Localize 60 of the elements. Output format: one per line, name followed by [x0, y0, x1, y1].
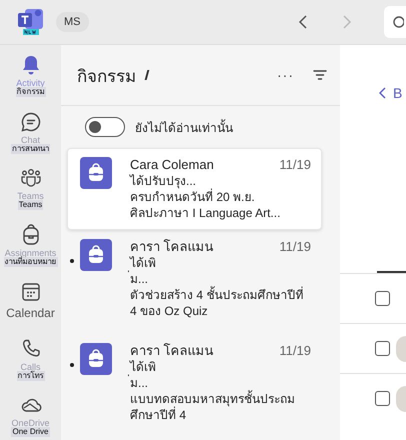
app-bar-item[interactable]: Teams Teams	[0, 166, 60, 214]
activity-text: ได้ปรับปรุง...	[130, 173, 198, 188]
app-bar-label: การสนทนา	[11, 144, 50, 154]
app-bar-item[interactable]: Assignments งานที่มอบหมาย	[0, 223, 60, 270]
unread-dot	[70, 259, 74, 263]
sender-name: คารา โคลแมน	[130, 343, 214, 359]
app-bar-item[interactable]: Calls การโทร	[0, 336, 60, 384]
activity-card[interactable]: คารา โคลแมน 11/19 ได้เพิ ่ม... แบบทดสอบมหาสมุทรชั้นประถมศึกษาปีที่ 4	[67, 334, 322, 432]
app-bar-label: Teams	[18, 200, 44, 210]
checkbox[interactable]	[375, 341, 390, 356]
app-bar-item[interactable]: Activity กิจกรรม	[0, 53, 60, 100]
toggle-switch[interactable]	[85, 117, 125, 137]
sender-name: คารา โคลแมน	[130, 239, 214, 255]
activity-text: ตัวช่วยสร้าง 4 ชั้นประถมศึกษาปีที่ 4 ของ Oz Quiz	[130, 287, 304, 319]
faded-label: Assignments	[4, 248, 56, 258]
app-bar-label: งานที่มอบหมาย	[4, 257, 58, 268]
app-bar-item[interactable]: Chat การสนทนา	[0, 110, 60, 156]
activity-text: ่ม...	[130, 271, 150, 287]
faded-label: Activity	[16, 78, 45, 88]
app-bar-label: การโทร	[16, 370, 44, 381]
date-label: 11/19	[279, 157, 311, 173]
panel-title: กิจกรรม	[77, 66, 136, 88]
back-link[interactable]: B	[377, 85, 406, 101]
app-bar-label: กิจกรรม	[16, 87, 46, 97]
unread-dot	[70, 363, 74, 367]
faded-label: Teams	[17, 191, 44, 202]
toggle-label: ยังไม่ได้อ่านเท่านั้น	[135, 118, 233, 136]
search-icon	[392, 15, 404, 29]
activity-text: แบบทดสอบมหาสมุทรชั้นประถมศึกษาปีที่ 4	[130, 391, 296, 423]
faded-label: OneDrive	[11, 418, 50, 428]
backpack-icon	[80, 157, 112, 189]
checkbox[interactable]	[375, 391, 390, 406]
activity-text: ่ม...	[130, 375, 150, 390]
search-field[interactable]	[384, 6, 406, 38]
backpack-icon	[80, 343, 112, 375]
app-bar-label: Calendar	[6, 308, 55, 318]
backpack-icon	[80, 239, 112, 271]
checkbox[interactable]	[375, 291, 390, 306]
teams-logo-icon[interactable]	[16, 7, 46, 37]
activity-text: ได้เพิ	[130, 255, 157, 270]
faded-label: Calls	[20, 362, 40, 372]
tab-underline	[377, 271, 406, 273]
avatar	[396, 386, 406, 412]
sender-name: Cara Coleman	[130, 157, 214, 173]
app-bar-item[interactable]: Calendar	[0, 280, 60, 327]
account-button[interactable]: MS	[56, 12, 88, 32]
app-bar-item[interactable]: OneDrive One Drive	[0, 393, 60, 440]
faded-label: Chat	[20, 134, 40, 146]
text-cursor	[144, 70, 150, 80]
activity-card[interactable]: คารา โคลแมน 11/19 ได้เพิ ่ม... ตัวช่วยสร้าง 4 ชั้นประถมศึกษาปีที่ 4 ของ Oz Quiz	[67, 230, 322, 328]
app-bar-label: One Drive	[11, 427, 50, 438]
activity-text: ได้เพิ	[130, 359, 157, 374]
more-options-button[interactable]: ···	[277, 67, 294, 83]
activity-text: ครบกำหนดวันที่ 20 พ.ย.	[130, 189, 256, 205]
activity-card[interactable]: Cara Coleman 11/19 ได้ปรับปรุง... ครบกำหนดวันที่ 20 พ.ย. ศิลปะภาษา I Language Art...	[67, 148, 322, 230]
chevron-left-icon	[377, 86, 387, 100]
date-label: 11/19	[279, 343, 311, 359]
date-label: 11/19	[279, 239, 311, 255]
activity-text: ศิลปะภาษา I Language Art...	[130, 205, 282, 221]
avatar	[396, 336, 406, 362]
